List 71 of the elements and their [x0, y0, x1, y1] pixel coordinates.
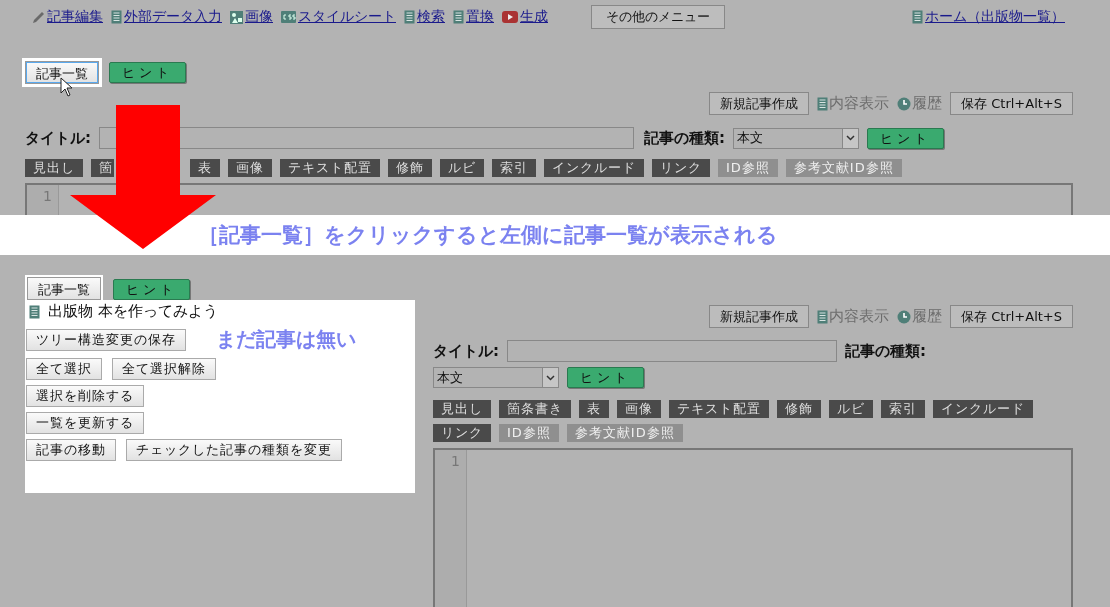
- format-tool-button[interactable]: ルビ: [440, 159, 484, 177]
- list-action-button[interactable]: チェックした記事の種類を変更: [126, 439, 342, 461]
- pencil-icon: [32, 10, 45, 24]
- hint-button[interactable]: ヒント: [867, 127, 944, 149]
- format-tool-button[interactable]: リンク: [433, 424, 491, 442]
- image-icon: [230, 10, 243, 24]
- document-icon: [817, 309, 829, 324]
- article-list-button[interactable]: 記事一覧: [27, 277, 101, 300]
- title-input[interactable]: [507, 340, 837, 362]
- format-tool-button[interactable]: インクルード: [933, 400, 1033, 418]
- hint-button[interactable]: ヒント: [113, 279, 190, 300]
- list-action-button[interactable]: 一覧を更新する: [26, 412, 144, 434]
- new-article-button[interactable]: 新規記事作成: [709, 305, 810, 328]
- home-link[interactable]: ホーム（出版物一覧）: [912, 8, 1065, 26]
- document-icon: [453, 10, 464, 24]
- clock-icon: [897, 309, 912, 324]
- format-tool-button[interactable]: 箇条書き: [499, 400, 571, 418]
- format-tool-button[interactable]: テキスト配置: [280, 159, 380, 177]
- article-type-label: 記事の種類:: [644, 128, 725, 148]
- nav-link[interactable]: 生成: [502, 8, 548, 26]
- caption-text: ［記事一覧］をクリックすると左側に記事一覧が表示される: [198, 221, 778, 249]
- article-type-select[interactable]: 本文: [733, 127, 859, 149]
- format-tool-button[interactable]: ルビ: [829, 400, 873, 418]
- play-icon: [502, 11, 518, 23]
- nav-link[interactable]: スタイルシート: [281, 8, 396, 26]
- article-type-select[interactable]: 本文: [433, 367, 559, 388]
- hint-button[interactable]: ヒント: [109, 62, 186, 83]
- annotation-text: まだ記事は無い: [216, 326, 356, 353]
- format-tool-button[interactable]: 表: [190, 159, 220, 177]
- list-action-button[interactable]: 選択を削除する: [26, 385, 144, 407]
- nav-link[interactable]: 外部データ入力: [111, 8, 222, 26]
- title-label: タイトル:: [25, 128, 91, 148]
- format-tool-button[interactable]: 箇: [91, 159, 114, 177]
- document-icon: [111, 10, 122, 24]
- document-icon: [404, 10, 415, 24]
- nav-link[interactable]: 置換: [453, 8, 494, 26]
- article-list-button[interactable]: 記事一覧: [25, 61, 99, 84]
- format-tool-button[interactable]: 修飾: [777, 400, 821, 418]
- tree-item[interactable]: 出版物 本を作ってみよう: [26, 302, 415, 321]
- format-tool-button[interactable]: 修飾: [388, 159, 432, 177]
- title-label: タイトル:: [433, 341, 499, 361]
- nav-link[interactable]: 記事編集: [32, 8, 103, 26]
- document-icon: [817, 96, 829, 111]
- chevron-down-icon: [546, 374, 555, 381]
- save-button[interactable]: 保存 Ctrl+Alt+S: [950, 92, 1073, 115]
- chevron-down-icon: [846, 135, 855, 141]
- format-tool-button[interactable]: 表: [579, 400, 609, 418]
- nav-link[interactable]: 検索: [404, 8, 445, 26]
- format-tool-button[interactable]: 見出し: [25, 159, 83, 177]
- format-tool-button[interactable]: 見出し: [433, 400, 491, 418]
- css-icon: [281, 11, 296, 23]
- format-tool-button[interactable]: 画像: [228, 159, 272, 177]
- format-tool-button[interactable]: 画像: [617, 400, 661, 418]
- new-article-button[interactable]: 新規記事作成: [709, 92, 810, 115]
- list-action-button[interactable]: 記事の移動: [26, 439, 116, 461]
- format-tool-button[interactable]: テキスト配置: [669, 400, 769, 418]
- format-tool-button[interactable]: 索引: [881, 400, 925, 418]
- document-icon: [29, 304, 40, 319]
- format-tool-button[interactable]: インクルード: [544, 159, 644, 177]
- article-type-label: 記事の種類:: [845, 341, 926, 361]
- save-button[interactable]: 保存 Ctrl+Alt+S: [950, 305, 1073, 328]
- format-tool-button[interactable]: リンク: [652, 159, 710, 177]
- list-action-button[interactable]: ツリー構造変更の保存: [26, 328, 186, 351]
- clock-icon: [897, 96, 912, 111]
- more-menu-button[interactable]: その他のメニュー: [591, 5, 725, 29]
- format-tool-button[interactable]: 索引: [492, 159, 536, 177]
- list-action-button[interactable]: 全て選択: [26, 358, 102, 380]
- hint-button[interactable]: ヒント: [567, 367, 644, 388]
- document-icon: [912, 10, 923, 24]
- nav-link[interactable]: 画像: [230, 8, 273, 26]
- list-action-button[interactable]: 全て選択解除: [112, 358, 216, 380]
